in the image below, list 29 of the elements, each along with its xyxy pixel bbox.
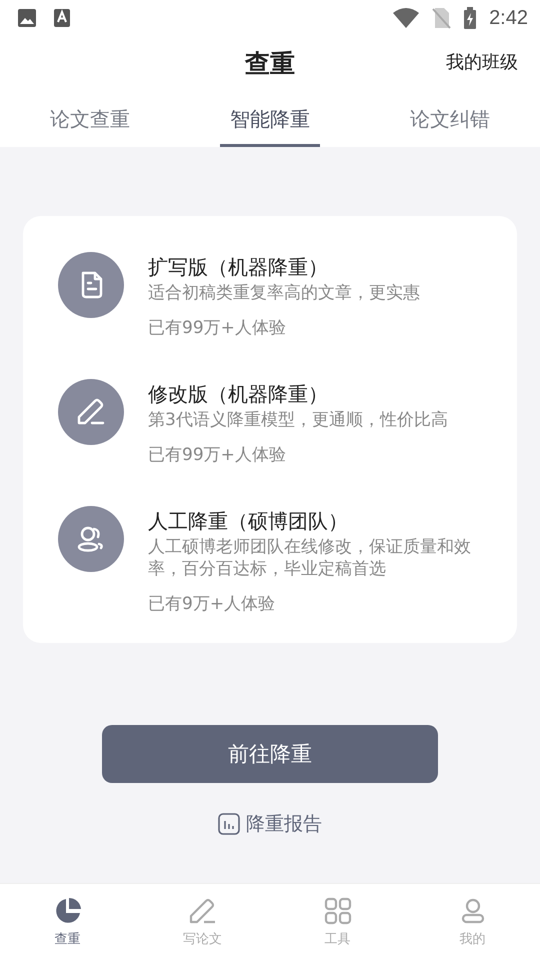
tab[interactable]: 论文查重 xyxy=(40,90,140,147)
clock-time: 2:42 xyxy=(489,6,528,30)
report-label: 降重报告 xyxy=(246,812,322,837)
option-description: 人工硕博老师团队在线修改，保证质量和效率，百分百达标，毕业定稿首选 xyxy=(148,536,472,580)
wifi-icon xyxy=(393,8,420,28)
report-link[interactable]: 降重报告 xyxy=(218,811,322,837)
document-icon xyxy=(58,252,124,318)
user-count: 已有99万+人体验 xyxy=(148,444,287,466)
grid-icon xyxy=(322,896,352,926)
nav-item[interactable]: 查重 xyxy=(0,884,135,960)
go-reduce-button[interactable]: 前往降重 xyxy=(102,725,438,783)
user-count: 已有99万+人体验 xyxy=(148,317,287,339)
battery-icon xyxy=(463,7,478,29)
pencil-icon xyxy=(188,896,218,926)
option-title[interactable]: 修改版（机器降重） xyxy=(148,379,448,409)
pencil-icon xyxy=(58,379,124,445)
user-count: 已有9万+人体验 xyxy=(148,593,276,615)
people-icon xyxy=(58,506,124,572)
tab[interactable]: 论文纠错 xyxy=(400,90,500,147)
option-title[interactable]: 人工降重（硕博团队） xyxy=(148,506,487,536)
option-title[interactable]: 扩写版（机器降重） xyxy=(148,252,420,282)
image-icon xyxy=(17,8,37,28)
page-title: 查重 xyxy=(245,48,295,80)
no-sim-icon xyxy=(431,7,452,29)
option-description: 适合初稿类重复率高的文章，更实惠 xyxy=(148,282,420,304)
option-description: 第3代语义降重模型，更通顺，性价比高 xyxy=(148,409,448,431)
font-icon xyxy=(53,8,71,28)
report-icon xyxy=(218,813,240,835)
my-class-button[interactable]: 我的班级 xyxy=(446,50,518,74)
